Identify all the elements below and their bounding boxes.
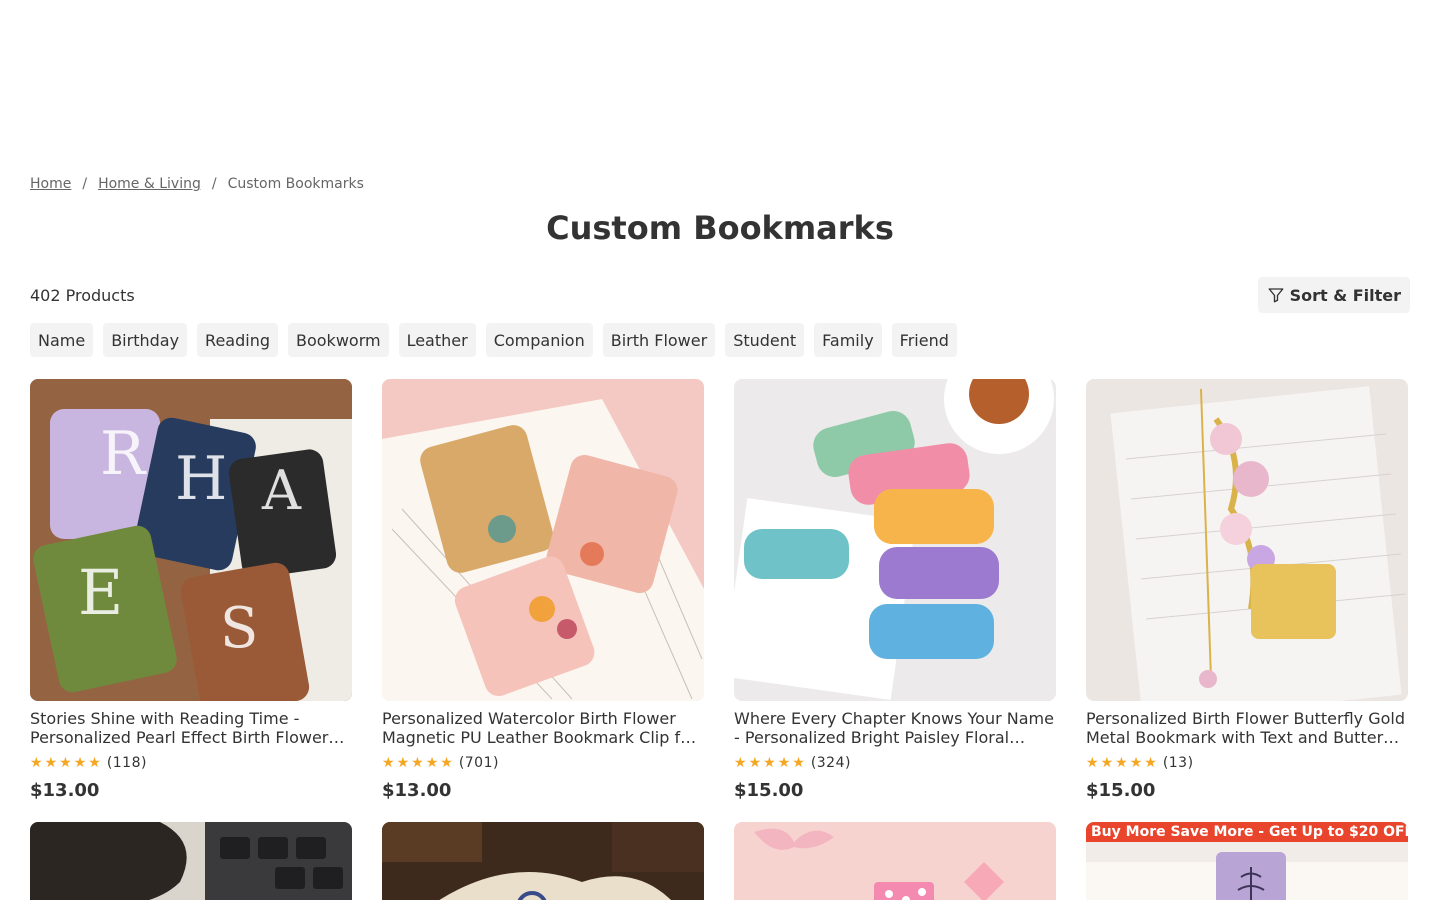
product-card[interactable]: R H A E S Stories Shine with Reading Tim… xyxy=(30,379,352,801)
product-card[interactable] xyxy=(382,822,704,900)
product-title[interactable]: Where Every Chapter Knows Your Name - Pe… xyxy=(734,709,1056,747)
filter-icon xyxy=(1268,288,1283,303)
product-card[interactable]: Personalized Birth Flower Butterfly Gold… xyxy=(1086,379,1408,801)
sort-filter-label: Sort & Filter xyxy=(1289,285,1401,305)
tag-chip[interactable]: Name xyxy=(30,323,94,357)
star-icon: ★ xyxy=(1144,755,1157,771)
breadcrumb-separator: / xyxy=(82,176,88,192)
star-icon: ★ xyxy=(30,755,43,771)
review-count: (13) xyxy=(1162,755,1194,771)
product-image[interactable] xyxy=(734,379,1056,701)
product-card[interactable] xyxy=(30,822,352,900)
tag-chip[interactable]: Leather xyxy=(398,323,476,357)
product-count: 402 Products xyxy=(30,285,135,305)
product-price: $15.00 xyxy=(1086,780,1156,801)
star-icon: ★ xyxy=(425,755,439,771)
svg-text:A: A xyxy=(261,459,302,522)
product-image[interactable] xyxy=(382,379,704,701)
product-rating: ★ ★ ★ ★ ★ (118) xyxy=(30,755,352,771)
product-grid: R H A E S Stories Shine with Reading Tim… xyxy=(0,379,1440,900)
product-price: $15.00 xyxy=(734,780,804,801)
product-image[interactable] xyxy=(1086,379,1408,701)
star-icon: ★ xyxy=(1129,755,1143,771)
product-price: $13.00 xyxy=(30,780,100,801)
product-card[interactable]: Personalized Watercolor Birth Flower Mag… xyxy=(382,379,704,801)
product-price: $13.00 xyxy=(382,780,452,801)
product-card[interactable]: Buy More Save More - Get Up to $20 OFF xyxy=(1086,822,1408,900)
toolbar: 402 Products Sort & Filter xyxy=(0,277,1440,313)
svg-text:S: S xyxy=(220,596,258,661)
product-image[interactable] xyxy=(382,822,704,900)
star-icon: ★ xyxy=(763,755,776,771)
tag-chip[interactable]: Family xyxy=(814,323,882,357)
breadcrumb-home-link[interactable]: Home xyxy=(30,176,71,192)
star-icon: ★ xyxy=(1115,755,1128,771)
star-icon: ★ xyxy=(411,755,424,771)
promo-banner: Buy More Save More - Get Up to $20 OFF xyxy=(1086,822,1408,842)
tag-chip[interactable]: Friend xyxy=(891,323,957,357)
star-icon: ★ xyxy=(59,755,72,771)
sort-filter-button[interactable]: Sort & Filter xyxy=(1257,277,1410,313)
breadcrumb-category-link[interactable]: Home & Living xyxy=(98,176,201,192)
tag-chip[interactable]: Student xyxy=(725,323,805,357)
header-space xyxy=(0,0,1440,168)
product-rating: ★ ★ ★ ★ ★ (13) xyxy=(1086,755,1408,771)
breadcrumb-current: Custom Bookmarks xyxy=(227,176,364,192)
product-rating: ★ ★ ★ ★ ★ (701) xyxy=(382,755,704,771)
star-icon: ★ xyxy=(88,755,101,771)
product-title[interactable]: Personalized Watercolor Birth Flower Mag… xyxy=(382,709,704,747)
review-count: (324) xyxy=(810,755,851,771)
star-icon: ★ xyxy=(1100,755,1114,771)
star-icon: ★ xyxy=(734,755,747,771)
product-image[interactable]: Buy More Save More - Get Up to $20 OFF xyxy=(1086,822,1408,900)
svg-text:E: E xyxy=(78,556,123,629)
product-title[interactable]: Personalized Birth Flower Butterfly Gold… xyxy=(1086,709,1408,747)
svg-text:R: R xyxy=(100,419,147,489)
product-card[interactable]: Where Every Chapter Knows Your Name - Pe… xyxy=(734,379,1056,801)
star-icon: ★ xyxy=(440,755,453,771)
product-image[interactable] xyxy=(734,822,1056,900)
product-title[interactable]: Stories Shine with Reading Time - Person… xyxy=(30,709,352,747)
breadcrumb: Home / Home & Living / Custom Bookmarks xyxy=(0,168,1440,200)
page-title: Custom Bookmarks xyxy=(546,209,894,247)
tag-chip[interactable]: Birth Flower xyxy=(602,323,716,357)
tag-list: Name Birthday Reading Bookworm Leather C… xyxy=(0,323,1440,357)
star-icon: ★ xyxy=(44,755,58,771)
review-count: (118) xyxy=(106,755,147,771)
star-icon: ★ xyxy=(1086,755,1099,771)
breadcrumb-separator: / xyxy=(211,176,217,192)
product-image[interactable]: R H A E S xyxy=(30,379,352,701)
tag-chip[interactable]: Reading xyxy=(197,323,278,357)
product-image[interactable] xyxy=(30,822,352,900)
product-rating: ★ ★ ★ ★ ★ (324) xyxy=(734,755,1056,771)
tag-chip[interactable]: Bookworm xyxy=(288,323,389,357)
star-icon: ★ xyxy=(73,755,87,771)
tag-chip[interactable]: Birthday xyxy=(103,323,188,357)
product-card[interactable] xyxy=(734,822,1056,900)
review-count: (701) xyxy=(458,755,499,771)
star-icon: ★ xyxy=(396,755,410,771)
star-icon: ★ xyxy=(382,755,395,771)
star-icon: ★ xyxy=(792,755,805,771)
star-icon: ★ xyxy=(777,755,791,771)
star-icon: ★ xyxy=(748,755,762,771)
svg-text:H: H xyxy=(175,444,227,514)
tag-chip[interactable]: Companion xyxy=(485,323,593,357)
